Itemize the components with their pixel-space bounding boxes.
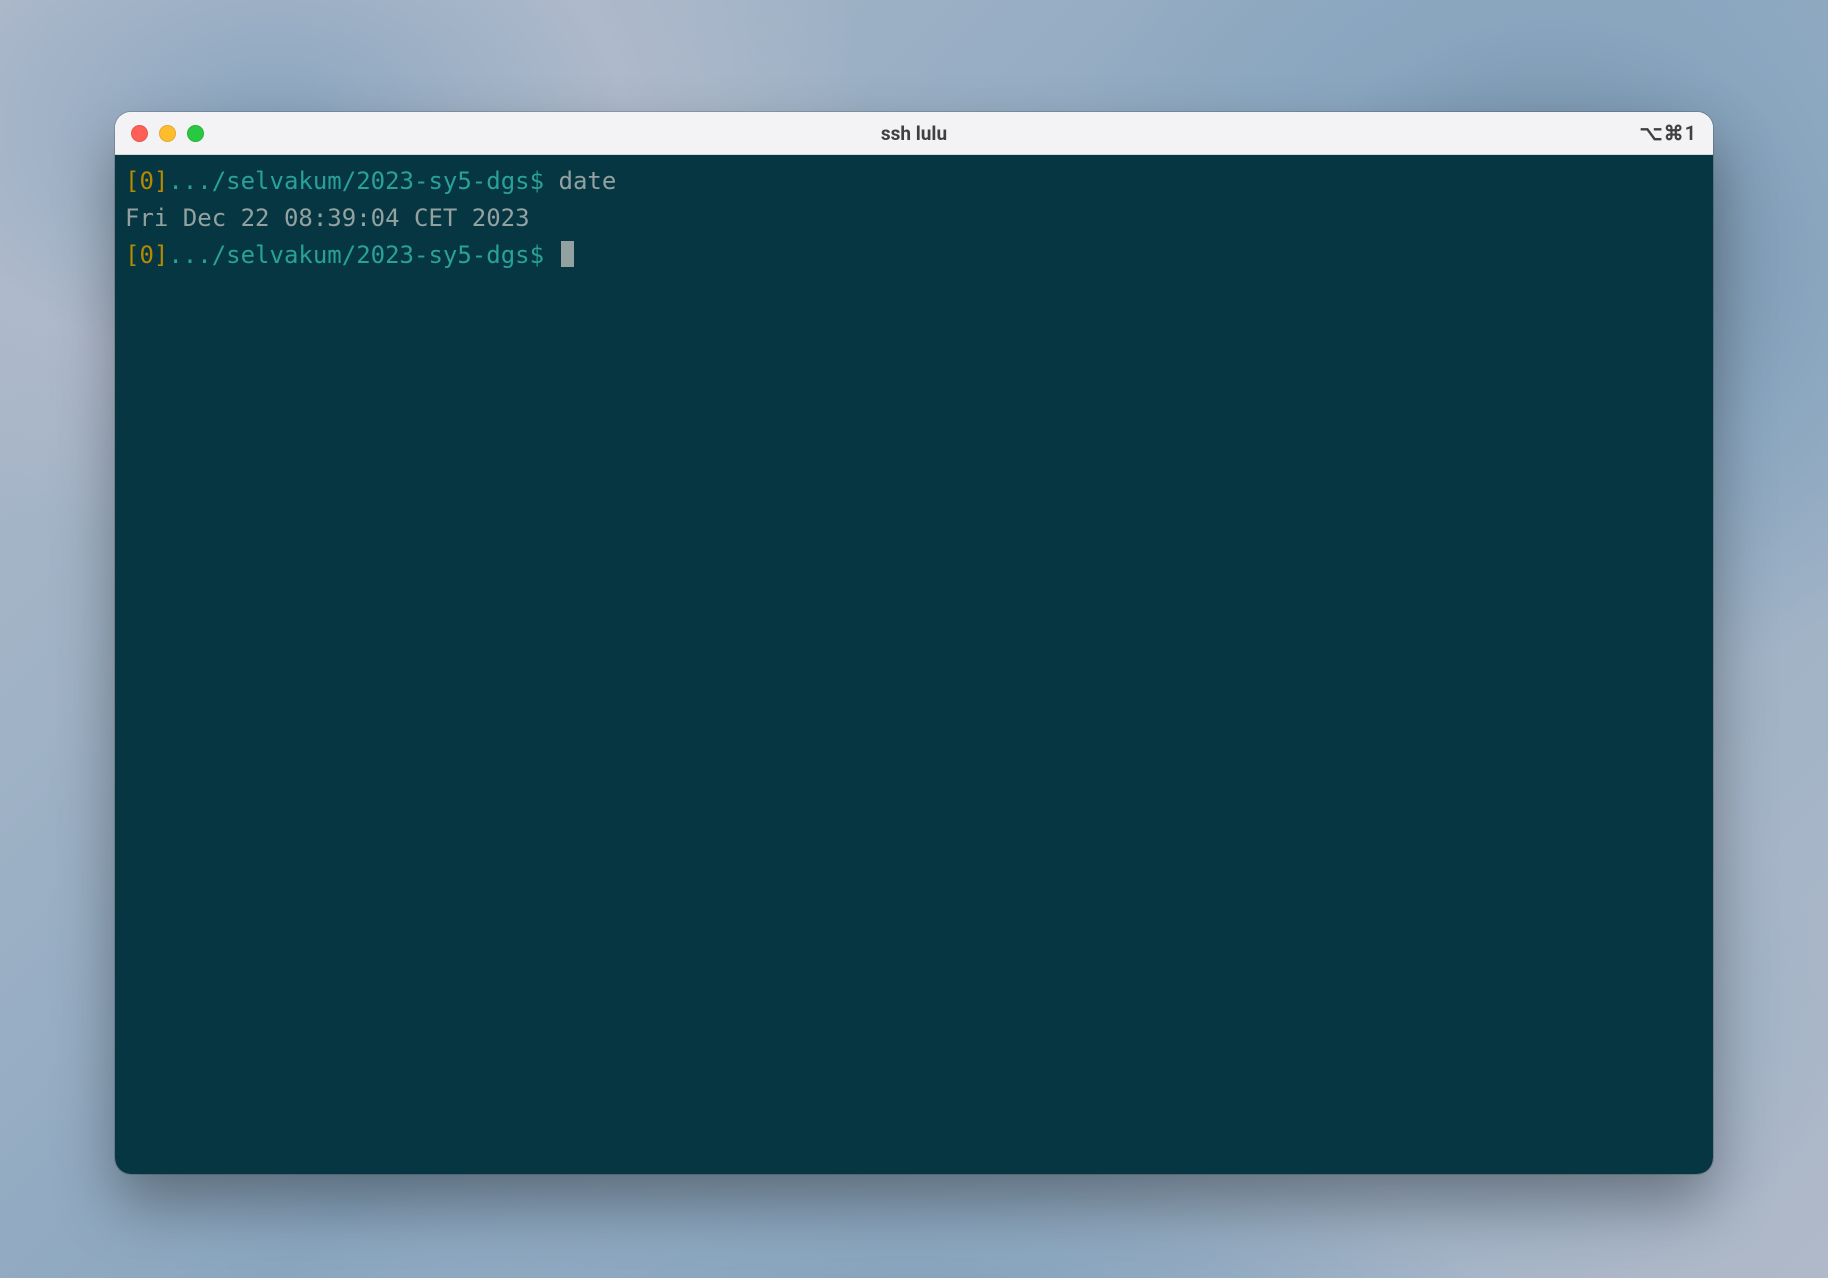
pane-shortcut-indicator: ⌥⌘1	[1640, 121, 1697, 145]
terminal-cursor	[561, 241, 574, 267]
minimize-icon[interactable]	[159, 125, 176, 142]
window-titlebar[interactable]: ssh lulu ⌥⌘1	[115, 112, 1713, 155]
close-icon[interactable]	[131, 125, 148, 142]
prompt-path: .../selvakum/2023-sy5-dgs	[168, 167, 529, 195]
prompt-dollar: $	[530, 241, 544, 269]
prompt-path: .../selvakum/2023-sy5-dgs	[168, 241, 529, 269]
prompt-status: [0]	[125, 241, 168, 269]
desktop-wallpaper: ssh lulu ⌥⌘1 [0].../selvakum/2023-sy5-dg…	[0, 0, 1828, 1278]
prompt-status: [0]	[125, 167, 168, 195]
terminal-line-2: [0].../selvakum/2023-sy5-dgs$	[125, 237, 1703, 274]
window-title: ssh lulu	[115, 122, 1713, 145]
terminal-line-1: [0].../selvakum/2023-sy5-dgs$ date	[125, 163, 1703, 200]
traffic-lights	[131, 125, 204, 142]
prompt-dollar: $	[530, 167, 544, 195]
command-text: date	[559, 167, 617, 195]
terminal-output-1: Fri Dec 22 08:39:04 CET 2023	[125, 200, 1703, 237]
terminal-viewport[interactable]: [0].../selvakum/2023-sy5-dgs$ dateFri De…	[115, 155, 1713, 1174]
zoom-icon[interactable]	[187, 125, 204, 142]
terminal-window[interactable]: ssh lulu ⌥⌘1 [0].../selvakum/2023-sy5-dg…	[115, 112, 1713, 1174]
